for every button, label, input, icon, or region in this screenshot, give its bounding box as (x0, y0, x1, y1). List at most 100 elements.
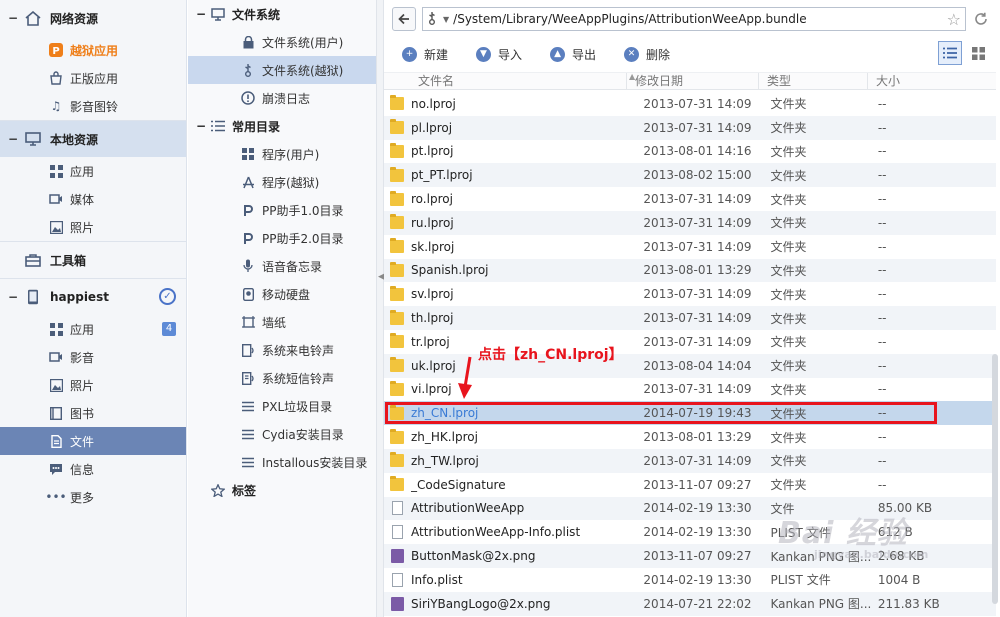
file-date: 2013-08-01 13:29 (643, 263, 752, 278)
tree-item-apps-user[interactable]: 程序(用户) (188, 140, 376, 168)
folder-icon (390, 357, 404, 373)
sidebar-item-local-media[interactable]: 媒体 (0, 185, 186, 213)
sidebar-item-device-media[interactable]: 影音 (0, 343, 186, 371)
sidebar-group-device[interactable]: − happiest ✓ (0, 279, 186, 315)
file-type: 文件夹 (770, 454, 807, 469)
list-view-toggle[interactable] (938, 41, 962, 65)
sidebar-group-network[interactable]: − 网络资源 (0, 0, 186, 36)
sidebar-group-toolbox[interactable]: 工具箱 (0, 242, 186, 278)
tree-section-common[interactable]: − 常用目录 (188, 112, 376, 140)
file-date: 2014-02-19 13:30 (643, 501, 752, 516)
back-button[interactable] (392, 7, 416, 31)
file-type: 文件夹 (770, 263, 807, 278)
folder-icon (390, 261, 404, 277)
more-dots-icon: ••• (45, 490, 67, 504)
sidebar-item-genuine-apps[interactable]: 正版应用 (0, 64, 186, 92)
tree-item-removable-disk[interactable]: 移动硬盘 (188, 280, 376, 308)
export-button[interactable]: ▲ 导出 (550, 42, 596, 66)
list-icon (240, 398, 256, 414)
favorite-star-icon[interactable]: ☆ (947, 10, 961, 29)
collapse-toggle[interactable]: − (196, 119, 210, 133)
refresh-button[interactable] (970, 8, 992, 30)
file-row[interactable]: zh_HK.lproj 2013-08-01 13:29 文件夹 -- (384, 425, 996, 449)
file-row[interactable]: no.lproj 2013-07-31 14:09 文件夹 -- (384, 92, 996, 116)
left-sidebar: − 网络资源 P 越狱应用 正版应用 ♫ 影音图铃 − 本地资源 应用 媒体 照… (0, 0, 187, 617)
scrollbar-thumb[interactable] (992, 354, 998, 604)
chevron-down-icon[interactable]: ▼ (443, 15, 449, 24)
tree-item-filesystem-jailbreak[interactable]: 文件系统(越狱) (188, 56, 376, 84)
collapse-toggle[interactable]: − (8, 132, 22, 146)
column-size[interactable]: 大小 (868, 73, 996, 90)
column-name[interactable]: 文件名 (384, 73, 627, 90)
tree-item-pp2-dir[interactable]: PP助手2.0目录 (188, 224, 376, 252)
tree-item-voice-memos[interactable]: 语音备忘录 (188, 252, 376, 280)
sidebar-item-media-ringtones[interactable]: ♫ 影音图铃 (0, 92, 186, 120)
path-input[interactable]: ▼ /System/Library/WeeAppPlugins/Attribut… (422, 7, 966, 31)
sidebar-item-device-more[interactable]: ••• 更多 (0, 483, 186, 511)
file-row[interactable]: Info.plist 2014-02-19 13:30 PLIST 文件 1004 B (384, 568, 996, 592)
tree-item-sms-tones[interactable]: 系统短信铃声 (188, 364, 376, 392)
file-row[interactable]: sv.lproj 2013-07-31 14:09 文件夹 -- (384, 282, 996, 306)
folder-icon (390, 309, 404, 325)
tree-item-cydia-dir[interactable]: Cydia安装目录 (188, 420, 376, 448)
tree-item-ringtones[interactable]: 系统来电铃声 (188, 336, 376, 364)
tree-item-pp1-dir[interactable]: PP助手1.0目录 (188, 196, 376, 224)
monitor-icon (22, 131, 44, 147)
file-name: th.lproj (411, 311, 454, 326)
file-row[interactable]: sk.lproj 2013-07-31 14:09 文件夹 -- (384, 235, 996, 259)
tree-item-pxl-trash[interactable]: PXL垃圾目录 (188, 392, 376, 420)
usb-icon (427, 11, 437, 28)
grid-view-toggle[interactable] (966, 41, 990, 65)
file-row[interactable]: _CodeSignature 2013-11-07 09:27 文件夹 -- (384, 473, 996, 497)
file-row[interactable]: ru.lproj 2013-07-31 14:09 文件夹 -- (384, 210, 996, 235)
new-button[interactable]: + 新建 (402, 42, 448, 66)
sidebar-item-jailbreak-apps[interactable]: P 越狱应用 (0, 36, 186, 64)
tree-item-installous-dir[interactable]: Installous安装目录 (188, 448, 376, 476)
sidebar-item-device-books[interactable]: 图书 (0, 399, 186, 427)
collapse-toggle[interactable]: − (8, 11, 22, 25)
sidebar-item-local-photos[interactable]: 照片 (0, 213, 186, 241)
tree-section-tags[interactable]: 标签 (188, 476, 376, 504)
file-row[interactable]: tr.lproj 2013-07-31 14:09 文件夹 -- (384, 330, 996, 354)
collapse-toggle[interactable]: − (8, 290, 22, 304)
tree-item-filesystem-user[interactable]: 文件系统(用户) (188, 28, 376, 56)
tree-item-label: Installous安装目录 (262, 455, 368, 470)
folder-icon (390, 452, 404, 468)
column-type[interactable]: 类型 (759, 73, 868, 90)
tree-item-crash-logs[interactable]: 崩溃日志 (188, 84, 376, 112)
sidebar-item-device-files[interactable]: 文件 (0, 427, 186, 455)
file-size: -- (877, 430, 887, 445)
tree-section-filesystem[interactable]: − 文件系统 (188, 0, 376, 28)
apps-grid-icon (48, 321, 64, 337)
sidebar-item-label: 影音 (70, 350, 95, 365)
tree-item-apps-jailbreak[interactable]: 程序(越狱) (188, 168, 376, 196)
scrollbar[interactable] (992, 92, 998, 617)
tree-item-label: 程序(越狱) (262, 175, 320, 190)
file-row[interactable]: pt.lproj 2013-08-01 14:16 文件夹 -- (384, 140, 996, 164)
sidebar-group-local[interactable]: − 本地资源 (0, 121, 186, 157)
hard-disk-icon (240, 286, 256, 302)
file-row[interactable]: th.lproj 2013-07-31 14:09 文件夹 -- (384, 306, 996, 330)
pane-splitter[interactable]: ◀ (376, 0, 385, 617)
file-row[interactable]: Spanish.lproj 2013-08-01 13:29 文件夹 -- (384, 258, 996, 283)
sidebar-item-device-messages[interactable]: 信息 (0, 455, 186, 483)
file-row[interactable]: pt_PT.lproj 2013-08-02 15:00 文件夹 -- (384, 163, 996, 188)
file-row[interactable]: ro.lproj 2013-07-31 14:09 文件夹 -- (384, 187, 996, 211)
import-button[interactable]: ▼ 导入 (476, 42, 522, 66)
sidebar-item-label: 文件 (70, 434, 95, 449)
file-date: 2013-11-07 09:27 (643, 477, 752, 492)
file-name: SiriYBangLogo@2x.png (411, 596, 551, 611)
file-row[interactable]: pl.lproj 2013-07-31 14:09 文件夹 -- (384, 115, 996, 140)
file-type: 文件夹 (770, 287, 807, 302)
collapse-toggle[interactable]: − (196, 7, 210, 21)
file-row[interactable]: zh_TW.lproj 2013-07-31 14:09 文件夹 -- (384, 448, 996, 473)
tree-item-label: 文件系统(用户) (262, 35, 344, 50)
tree-item-wallpaper[interactable]: 墙纸 (188, 308, 376, 336)
sidebar-item-device-photos[interactable]: 照片 (0, 371, 186, 399)
sidebar-item-device-apps[interactable]: 应用 4 (0, 315, 186, 343)
sidebar-item-local-apps[interactable]: 应用 (0, 157, 186, 185)
delete-button[interactable]: ✕ 删除 (624, 42, 670, 66)
sidebar-item-label: 信息 (70, 462, 95, 477)
column-date[interactable]: ▲ 修改日期 (627, 72, 759, 90)
file-row[interactable]: SiriYBangLogo@2x.png 2014-07-21 22:02 Kank… (384, 591, 996, 616)
